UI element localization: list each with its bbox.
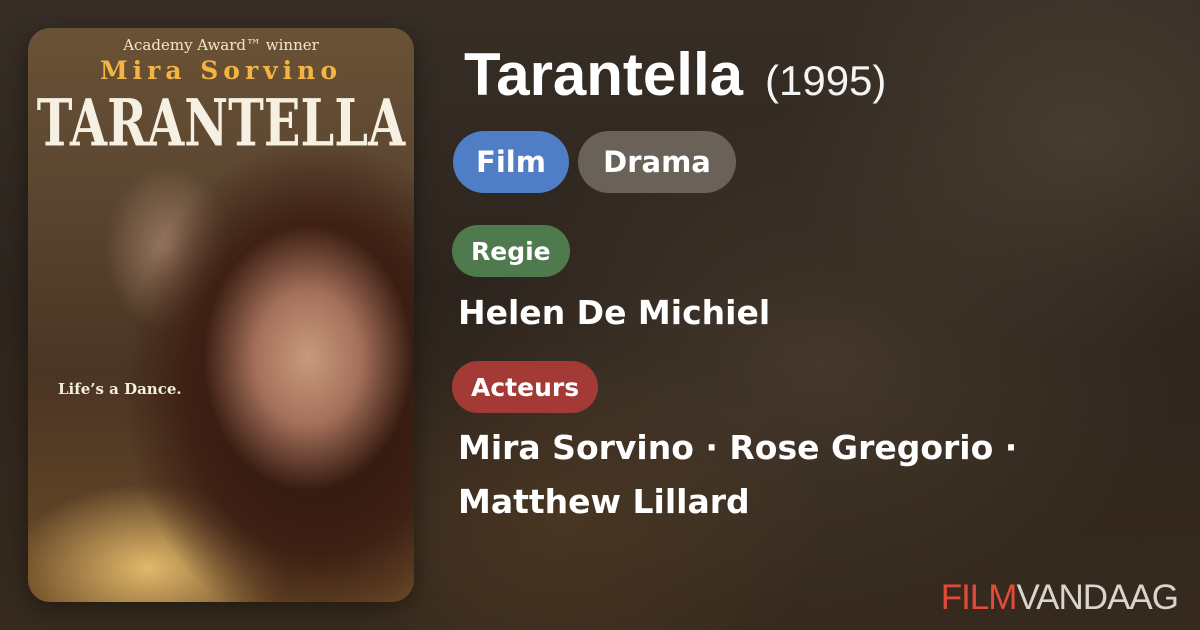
type-chip-film[interactable]: Film bbox=[453, 131, 569, 193]
director-label: Regie bbox=[452, 225, 570, 277]
director-name: Helen De Michiel bbox=[458, 293, 771, 332]
genre-chip-drama[interactable]: Drama bbox=[578, 131, 736, 193]
movie-poster: Academy Award™ winner Mira Sorvino TARAN… bbox=[28, 28, 414, 602]
poster-title: TARANTELLA bbox=[36, 86, 406, 162]
poster-award-line: Academy Award™ winner bbox=[123, 36, 319, 54]
actors-list: Mira Sorvino · Rose Gregorio · Matthew L… bbox=[458, 428, 1018, 521]
poster-tagline: Life’s a Dance. bbox=[58, 380, 182, 398]
actors-label: Acteurs bbox=[452, 361, 599, 413]
logo-part-film: FILM bbox=[940, 578, 1018, 617]
logo-part-vandaag: VANDAAG bbox=[1016, 578, 1179, 617]
title-row: Tarantella (1995) bbox=[464, 40, 886, 110]
poster-star-name: Mira Sorvino bbox=[99, 56, 343, 85]
movie-year: (1995) bbox=[765, 57, 887, 104]
site-logo: FILMVANDAAG bbox=[940, 578, 1179, 618]
movie-title: Tarantella bbox=[464, 41, 743, 108]
